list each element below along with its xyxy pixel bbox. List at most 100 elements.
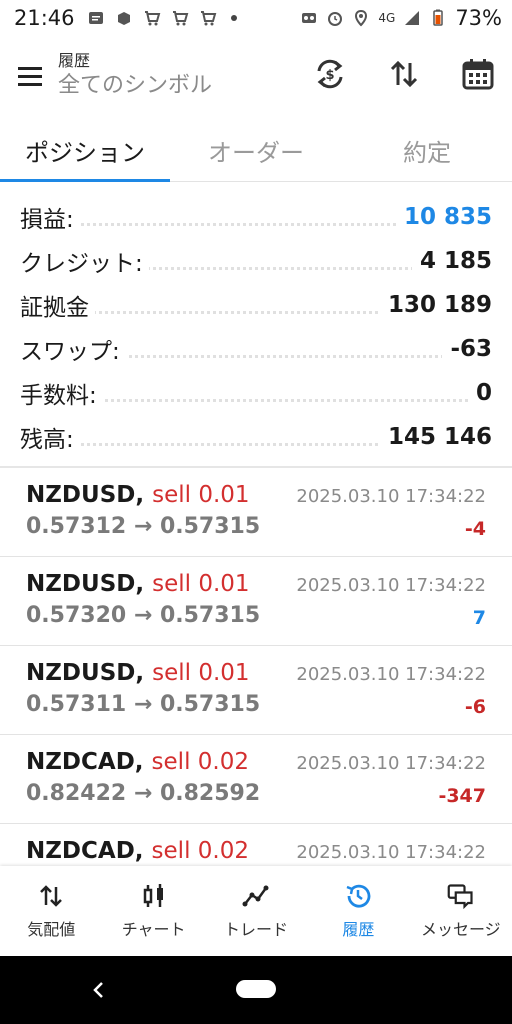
bottom-navigation: 気配値 チャート トレード 履歴 メッセージ [0,866,512,956]
nav-label: チャート [121,920,186,939]
position-side: sell 0.01 [152,482,250,508]
summary-label: スワップ: [20,332,126,366]
summary-label: 証拠金 [20,288,95,322]
position-side: sell 0.02 [151,838,249,864]
tab-deals[interactable]: 約定 [342,120,512,181]
battery-icon [433,9,444,26]
messages-icon [447,882,475,910]
battery-percent: 73% [455,6,502,30]
currency-exchange-button[interactable]: $ [304,48,356,100]
symbol-name: NZDCAD, [26,838,144,864]
status-bar: 21:46 4G 73% [0,0,512,36]
list-item[interactable]: NZDUSD, sell 0.01 2025.03.10 17:34:22 0.… [0,468,512,557]
history-icon [344,882,372,910]
position-time: 2025.03.10 17:34:22 [296,842,486,863]
menu-button[interactable] [2,48,58,104]
position-profit: -347 [438,785,486,807]
position-time: 2025.03.10 17:34:22 [296,486,486,507]
nav-label: 履歴 [342,920,375,939]
calendar-button[interactable] [452,48,504,100]
history-tabs: ポジション オーダー 約定 [0,120,512,182]
summary-label: クレジット: [20,244,149,278]
nav-trade[interactable]: トレード [205,866,307,956]
position-symbol: NZDCAD, sell 0.02 [26,749,249,775]
alarm-icon [328,12,343,26]
list-item[interactable]: NZDCAD, sell 0.02 2025.03.10 17:34:22 [0,824,512,866]
signal-icon [405,11,420,25]
system-navigation-bar [0,956,512,1024]
sort-icon [390,60,418,88]
summary-row-swap: スワップ: -63 [20,327,492,371]
summary-row-commission: 手数料: 0 [20,371,492,415]
position-time: 2025.03.10 17:34:22 [296,753,486,774]
position-prices: 0.57311 → 0.57315 [26,692,261,717]
position-side: sell 0.01 [152,571,250,597]
position-symbol: NZDUSD, sell 0.01 [26,571,250,597]
voicemail-icon [302,13,317,23]
position-profit: -4 [464,518,486,540]
nav-history[interactable]: 履歴 [307,866,409,956]
position-prices: 0.82422 → 0.82592 [26,781,261,806]
app-icon [117,12,130,25]
symbol-name: NZDUSD, [26,571,145,597]
menu-icon [18,67,42,86]
svg-text:$: $ [325,68,334,83]
position-profit: -6 [464,696,486,718]
nav-label: トレード [224,920,289,939]
summary-value: 130 189 [379,292,492,318]
list-item[interactable]: NZDUSD, sell 0.01 2025.03.10 17:34:22 0.… [0,557,512,646]
summary-value: 10 835 [395,204,492,230]
status-time: 21:46 [14,6,75,30]
summary-row-balance: 残高: 145 146 [20,415,492,459]
status-right: 4G 73% [300,6,502,30]
position-profit: 7 [472,607,486,629]
dot-icon [230,15,237,21]
summary-row-profit: 損益: 10 835 [20,195,492,239]
summary-value: 145 146 [379,424,492,450]
system-back-button[interactable] [86,976,110,1004]
nav-quotes[interactable]: 気配値 [0,866,102,956]
symbol-filter[interactable]: 全てのシンボル [58,71,212,101]
trade-icon [242,882,270,910]
position-side: sell 0.01 [152,660,250,686]
summary-label: 損益: [20,200,80,234]
summary-label: 残高: [20,420,80,454]
summary-label: 手数料: [20,376,103,410]
quotes-icon [37,882,65,910]
app-bar-actions: $ [304,48,504,100]
positions-list[interactable]: NZDUSD, sell 0.01 2025.03.10 17:34:22 0.… [0,468,512,866]
tab-orders[interactable]: オーダー [170,120,342,181]
cart-icon [200,11,216,26]
chart-icon [140,882,168,910]
tab-positions[interactable]: ポジション [0,120,170,182]
list-item[interactable]: NZDCAD, sell 0.02 2025.03.10 17:34:22 0.… [0,735,512,824]
position-prices: 0.57320 → 0.57315 [26,603,261,628]
account-summary: 損益: 10 835 クレジット: 4 185 証拠金 130 189 スワップ… [20,195,492,459]
cart-icon [144,11,160,26]
calendar-icon [462,59,494,90]
nav-messages[interactable]: メッセージ [410,866,512,956]
summary-row-margin: 証拠金 130 189 [20,283,492,327]
list-item[interactable]: NZDUSD, sell 0.01 2025.03.10 17:34:22 0.… [0,646,512,735]
position-symbol: NZDUSD, sell 0.01 [26,660,250,686]
symbol-name: NZDUSD, [26,482,145,508]
cart-icon [172,11,188,26]
app-bar: 履歴 全てのシンボル $ [0,36,512,116]
notification-icons [87,9,237,27]
system-home-button[interactable] [236,980,276,998]
nav-chart[interactable]: チャート [102,866,204,956]
position-side: sell 0.02 [151,749,249,775]
location-icon [355,9,368,27]
position-time: 2025.03.10 17:34:22 [296,664,486,685]
currency-exchange-icon: $ [317,59,343,89]
message-icon [88,12,103,24]
position-time: 2025.03.10 17:34:22 [296,575,486,596]
page-title: 履歴 [58,51,91,70]
summary-row-credit: クレジット: 4 185 [20,239,492,283]
symbol-name: NZDUSD, [26,660,145,686]
summary-value: -63 [442,336,492,362]
position-symbol: NZDUSD, sell 0.01 [26,482,250,508]
position-prices: 0.57312 → 0.57315 [26,514,261,539]
app-titles: 履歴 全てのシンボル [58,51,212,101]
sort-button[interactable] [378,48,430,100]
